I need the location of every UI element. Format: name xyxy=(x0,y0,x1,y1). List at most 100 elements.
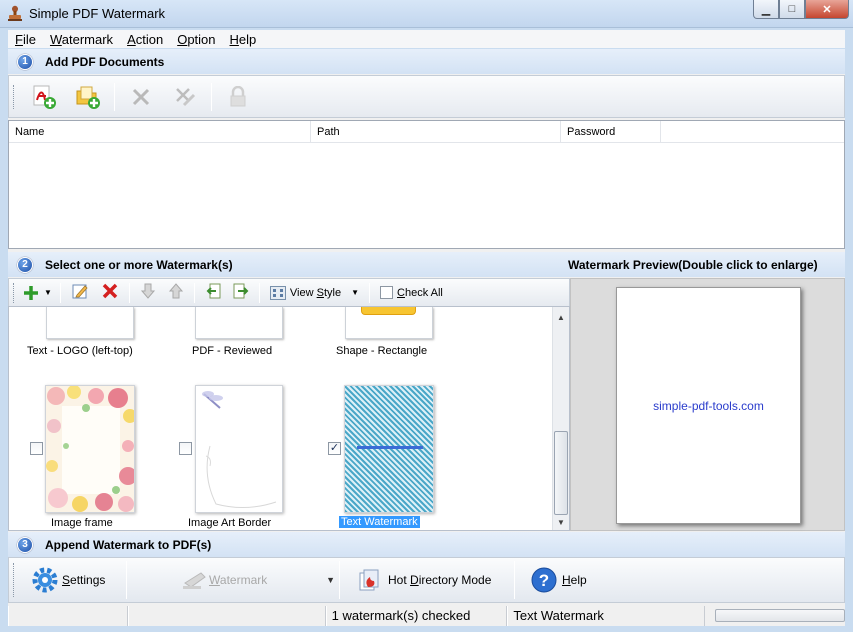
menu-option-label: ption xyxy=(187,31,216,47)
check-all-mnemonic: C xyxy=(397,286,405,299)
check-all-rest: heck All xyxy=(404,286,443,299)
svg-text:?: ? xyxy=(539,571,549,590)
add-watermark-button[interactable]: ▼ xyxy=(22,284,52,302)
chevron-down-icon[interactable]: ▼ xyxy=(326,575,335,585)
watermark-preview-pane[interactable]: simple-pdf-tools.com xyxy=(570,278,845,531)
column-name[interactable]: Name xyxy=(9,121,311,143)
view-style-label: View Style xyxy=(290,287,341,299)
stamp-app-icon xyxy=(8,5,22,21)
menu-bar: File Watermark Action Option Help xyxy=(8,30,845,48)
step-3-badge: 3 xyxy=(17,536,33,553)
step-2-badge: 2 xyxy=(17,256,33,273)
watermark-thumbnail-text-watermark[interactable] xyxy=(344,385,434,513)
step-1-header: 1 Add PDF Documents xyxy=(8,49,845,74)
import-icon xyxy=(206,283,221,299)
check-all-checkbox[interactable]: Check All xyxy=(380,286,443,299)
toolbar-grip xyxy=(13,282,16,303)
help-rest: elp xyxy=(570,573,587,587)
remove-icon xyxy=(132,88,150,105)
menu-option[interactable]: Option xyxy=(170,32,222,47)
hot-directory-mode-button[interactable]: Hot Directory Mode xyxy=(340,560,514,600)
edit-watermark-button[interactable] xyxy=(71,282,89,303)
import-button[interactable] xyxy=(204,282,222,303)
menu-file-mnemonic: F xyxy=(15,31,23,47)
watermark-checkbox[interactable] xyxy=(179,442,192,455)
add-folder-button[interactable] xyxy=(73,82,103,112)
view-style-prefix: View xyxy=(289,286,317,299)
export-button[interactable] xyxy=(232,282,250,303)
watermark-thumbnail-pdf-reviewed[interactable] xyxy=(195,307,283,339)
watermark-thumbnail-image-art-border[interactable] xyxy=(195,385,283,513)
column-path[interactable]: Path xyxy=(311,121,561,143)
maximize-button[interactable]: □ xyxy=(779,0,805,19)
toolbar-grip xyxy=(13,84,16,109)
watermark-thumbnail-shape-rectangle[interactable] xyxy=(345,307,433,339)
toolbar-separator xyxy=(114,82,115,111)
toolbar-separator xyxy=(59,282,61,303)
step-3-header: 3 Append Watermark to PDF(s) xyxy=(8,532,845,557)
preview-watermark-text: simple-pdf-tools.com xyxy=(653,399,764,413)
menu-file[interactable]: File xyxy=(8,32,43,47)
watermark-thumbnail-image-frame[interactable] xyxy=(45,385,135,513)
menu-action-label: ction xyxy=(135,31,164,47)
toolbar-separator xyxy=(369,282,371,303)
status-cell-empty xyxy=(8,606,128,626)
watermark-label: PDF - Reviewed xyxy=(192,345,273,357)
delete-watermark-button[interactable] xyxy=(101,282,119,303)
menu-watermark[interactable]: Watermark xyxy=(43,32,120,47)
close-icon: ✕ xyxy=(822,3,832,16)
watermark-list-scrollbar[interactable]: ▲ ▼ xyxy=(552,307,569,530)
apply-watermark-rest: atermark xyxy=(219,573,268,587)
remove-document-button[interactable] xyxy=(126,82,156,112)
move-up-button[interactable] xyxy=(168,282,184,303)
toolbar-separator xyxy=(128,282,130,303)
hot-directory-mnemonic: D xyxy=(410,573,419,587)
apply-watermark-button[interactable]: Watermark ▼ xyxy=(127,560,339,600)
scroll-down-arrow-icon[interactable]: ▼ xyxy=(553,514,569,530)
documents-table[interactable]: Name Path Password xyxy=(8,120,845,249)
settings-label: Settings xyxy=(62,573,105,587)
view-style-dropdown[interactable]: View Style ▼ xyxy=(269,285,359,300)
set-password-button[interactable] xyxy=(223,82,253,112)
status-current-watermark: Text Watermark xyxy=(507,606,706,626)
hot-directory-rest: irectory Mode xyxy=(418,573,492,587)
check-icon: ✓ xyxy=(329,442,340,454)
move-down-button[interactable] xyxy=(140,282,156,303)
watermark-thumbnail-text-logo[interactable] xyxy=(46,307,134,339)
floral-frame-image xyxy=(46,386,134,512)
add-pdf-button[interactable] xyxy=(29,82,59,112)
help-icon: ? xyxy=(531,567,557,593)
check-all-box[interactable] xyxy=(380,286,394,299)
menu-help[interactable]: Help xyxy=(223,32,264,47)
apply-watermark-mnemonic: W xyxy=(209,573,220,587)
check-all-label: Check All xyxy=(397,287,443,299)
scroll-thumb[interactable] xyxy=(554,431,568,515)
watermark-label: Image frame xyxy=(51,517,113,529)
watermark-label-selected: Text Watermark xyxy=(339,516,420,528)
watermark-checkbox[interactable] xyxy=(30,442,43,455)
minimize-button[interactable]: ▁ xyxy=(753,0,779,19)
help-mnemonic: H xyxy=(562,573,571,587)
menu-action[interactable]: Action xyxy=(120,32,170,47)
settings-rest: ettings xyxy=(70,573,106,587)
step-1-badge: 1 xyxy=(17,53,33,70)
edit-icon xyxy=(72,284,88,299)
watermark-label: Shape - Rectangle xyxy=(336,345,428,357)
close-button[interactable]: ✕ xyxy=(805,0,849,19)
add-folder-icon xyxy=(76,86,100,109)
plus-icon xyxy=(24,285,38,300)
preview-page[interactable]: simple-pdf-tools.com xyxy=(616,287,801,524)
scroll-up-arrow-icon[interactable]: ▲ xyxy=(553,309,569,325)
remove-all-button[interactable] xyxy=(170,82,200,112)
column-password[interactable]: Password xyxy=(561,121,661,143)
export-icon xyxy=(233,283,249,299)
menu-watermark-label: atermark xyxy=(61,31,114,47)
settings-button[interactable]: Settings xyxy=(32,560,126,600)
hot-directory-prefix: Hot xyxy=(388,573,411,587)
help-button[interactable]: ? Help xyxy=(515,560,605,600)
action-toolbar: Settings Watermark ▼ Hot Directory Mode … xyxy=(8,557,845,603)
rectangle-shape-preview xyxy=(361,307,416,315)
watermark-checkbox[interactable]: ✓ xyxy=(328,442,341,455)
watermark-list[interactable]: Text - LOGO (left-top) PDF - Reviewed Sh… xyxy=(8,306,570,531)
text-watermark-sample xyxy=(357,446,423,449)
